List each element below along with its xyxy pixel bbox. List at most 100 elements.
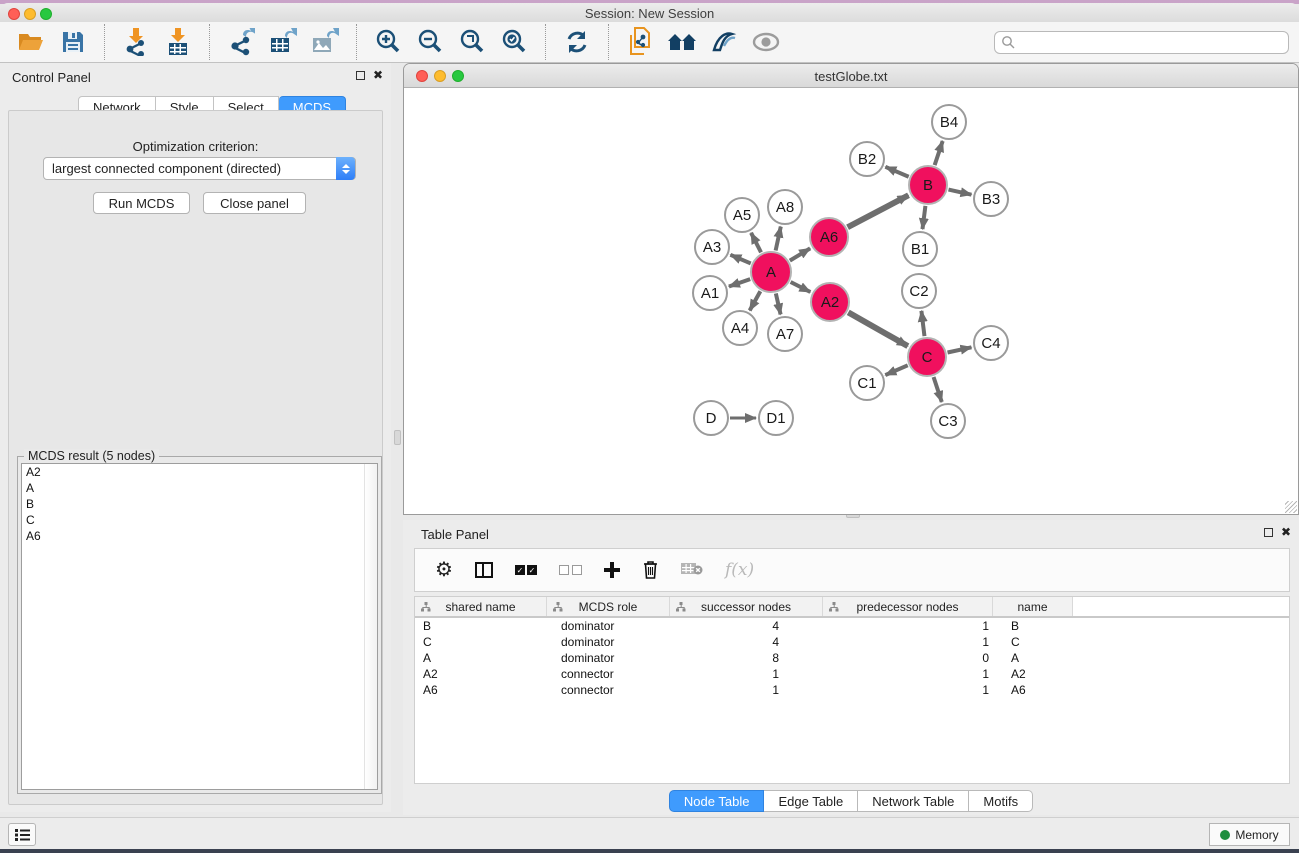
graph-edge-B-B1[interactable] bbox=[922, 206, 925, 229]
table-row[interactable]: A6connector11A6 bbox=[415, 682, 1289, 698]
table-row[interactable]: A2connector11A2 bbox=[415, 666, 1289, 682]
zoom-selected-icon[interactable] bbox=[493, 25, 535, 59]
graph-edge-B-B3[interactable] bbox=[948, 190, 971, 195]
open-file-icon[interactable] bbox=[10, 25, 52, 59]
table-row[interactable]: Adominator80A bbox=[415, 650, 1289, 666]
mcds-result-item[interactable]: B bbox=[22, 496, 377, 512]
save-session-icon[interactable] bbox=[52, 25, 94, 59]
table-cell[interactable]: A6 bbox=[415, 683, 547, 697]
node-table[interactable]: shared name MCDS role successor nodes pr… bbox=[414, 596, 1290, 784]
graph-edge-C-C3[interactable] bbox=[934, 377, 942, 402]
add-column-icon[interactable] bbox=[604, 562, 620, 578]
run-mcds-button[interactable]: Run MCDS bbox=[93, 192, 190, 214]
table-body[interactable]: Bdominator41BCdominator41CAdominator80AA… bbox=[415, 618, 1289, 698]
table-cell[interactable]: dominator bbox=[547, 651, 670, 665]
export-image-icon[interactable] bbox=[304, 25, 346, 59]
show-hide-eye-icon[interactable] bbox=[745, 25, 787, 59]
zoom-fit-icon[interactable] bbox=[451, 25, 493, 59]
table-cell[interactable]: B bbox=[993, 619, 1073, 633]
window-resize-grip[interactable] bbox=[1285, 501, 1297, 513]
graph-edge-A-A1[interactable] bbox=[729, 279, 750, 286]
graph-edge-C-C4[interactable] bbox=[948, 347, 972, 352]
table-cell[interactable]: A2 bbox=[993, 667, 1073, 681]
graph-edge-A-A2[interactable] bbox=[791, 282, 811, 292]
zoom-in-icon[interactable] bbox=[367, 25, 409, 59]
gear-icon[interactable]: ⚙ bbox=[435, 560, 453, 580]
zoom-out-icon[interactable] bbox=[409, 25, 451, 59]
table-row[interactable]: Bdominator41B bbox=[415, 618, 1289, 634]
graph-edge-C-C1[interactable] bbox=[885, 365, 907, 375]
table-close-panel-icon[interactable]: ✖ bbox=[1281, 527, 1291, 537]
import-network-icon[interactable] bbox=[115, 25, 157, 59]
table-cell[interactable]: A bbox=[993, 651, 1073, 665]
table-cell[interactable]: connector bbox=[547, 683, 670, 697]
memory-button[interactable]: Memory bbox=[1209, 823, 1290, 846]
mcds-result-item[interactable]: C bbox=[22, 512, 377, 528]
search-input[interactable] bbox=[1016, 32, 1288, 53]
mcds-result-item[interactable]: A6 bbox=[22, 528, 377, 544]
mcds-result-list[interactable]: A2ABCA6 bbox=[21, 463, 378, 790]
graph-edge-A6-B[interactable] bbox=[848, 195, 909, 227]
graph-edge-B-B4[interactable] bbox=[935, 141, 943, 165]
float-panel-icon[interactable] bbox=[356, 71, 365, 80]
network-canvas[interactable]: B4B2BB3A5A8A6A3B1AA1C2A2A4A7C4CC1C3DD1 bbox=[404, 89, 1298, 514]
criterion-dropdown[interactable]: largest connected component (directed) bbox=[43, 157, 356, 180]
table-cell[interactable]: dominator bbox=[547, 619, 670, 633]
table-cell[interactable]: A6 bbox=[993, 683, 1073, 697]
tab-motifs[interactable]: Motifs bbox=[969, 790, 1033, 812]
delete-table-icon[interactable] bbox=[681, 561, 703, 579]
show-hide-style-icon[interactable] bbox=[703, 25, 745, 59]
column-header-predecessor-nodes[interactable]: predecessor nodes bbox=[823, 597, 993, 616]
graph-edge-A-A8[interactable] bbox=[776, 227, 781, 251]
function-builder-icon[interactable]: f(x) bbox=[725, 560, 754, 580]
table-cell[interactable]: 1 bbox=[823, 619, 993, 633]
export-network-icon[interactable] bbox=[220, 25, 262, 59]
unselect-all-icon[interactable] bbox=[559, 565, 582, 575]
select-all-icon[interactable]: ✓✓ bbox=[515, 565, 537, 575]
table-cell[interactable]: A2 bbox=[415, 667, 547, 681]
refresh-icon[interactable] bbox=[556, 25, 598, 59]
graph-edge-A2-C[interactable] bbox=[848, 312, 908, 346]
table-cell[interactable]: 1 bbox=[823, 683, 993, 697]
table-row[interactable]: Cdominator41C bbox=[415, 634, 1289, 650]
task-history-button[interactable] bbox=[8, 823, 36, 846]
graph-edge-A-A6[interactable] bbox=[790, 248, 810, 260]
tab-network-table[interactable]: Network Table bbox=[858, 790, 969, 812]
column-selector-icon[interactable] bbox=[475, 562, 493, 578]
new-network-from-selection-icon[interactable] bbox=[619, 25, 661, 59]
close-panel-button[interactable]: Close panel bbox=[203, 192, 306, 214]
result-list-scrollbar[interactable] bbox=[364, 464, 377, 789]
table-cell[interactable]: 1 bbox=[670, 683, 823, 697]
tab-edge-table[interactable]: Edge Table bbox=[764, 790, 858, 812]
graph-edge-A-A7[interactable] bbox=[776, 293, 781, 314]
column-header-successor-nodes[interactable]: successor nodes bbox=[670, 597, 823, 616]
table-cell[interactable]: connector bbox=[547, 667, 670, 681]
mcds-result-item[interactable]: A2 bbox=[22, 464, 377, 480]
graph-edge-B-B2[interactable] bbox=[885, 167, 908, 177]
search-field[interactable] bbox=[994, 31, 1289, 54]
table-cell[interactable]: 0 bbox=[823, 651, 993, 665]
table-cell[interactable]: B bbox=[415, 619, 547, 633]
graph-edge-A-A3[interactable] bbox=[730, 255, 750, 264]
import-table-icon[interactable] bbox=[157, 25, 199, 59]
table-cell[interactable]: 4 bbox=[670, 619, 823, 633]
export-table-icon[interactable] bbox=[262, 25, 304, 59]
trash-icon[interactable] bbox=[642, 559, 659, 582]
column-header-mcds-role[interactable]: MCDS role bbox=[547, 597, 670, 616]
close-panel-icon[interactable]: ✖ bbox=[373, 70, 383, 80]
table-cell[interactable]: A bbox=[415, 651, 547, 665]
graph-edge-A-A5[interactable] bbox=[751, 233, 761, 253]
table-cell[interactable]: dominator bbox=[547, 635, 670, 649]
home-layout-icon[interactable] bbox=[661, 25, 703, 59]
mcds-result-item[interactable]: A bbox=[22, 480, 377, 496]
table-cell[interactable]: 1 bbox=[823, 667, 993, 681]
table-cell[interactable]: 4 bbox=[670, 635, 823, 649]
table-cell[interactable]: 1 bbox=[670, 667, 823, 681]
graph-edge-A-A4[interactable] bbox=[750, 291, 761, 310]
column-header-name[interactable]: name bbox=[993, 597, 1073, 616]
graph-edge-C-C2[interactable] bbox=[921, 311, 924, 336]
column-header-shared-name[interactable]: shared name bbox=[415, 597, 547, 616]
vertical-splitter-handle[interactable] bbox=[394, 430, 401, 445]
table-float-panel-icon[interactable] bbox=[1264, 528, 1273, 537]
table-cell[interactable]: C bbox=[993, 635, 1073, 649]
